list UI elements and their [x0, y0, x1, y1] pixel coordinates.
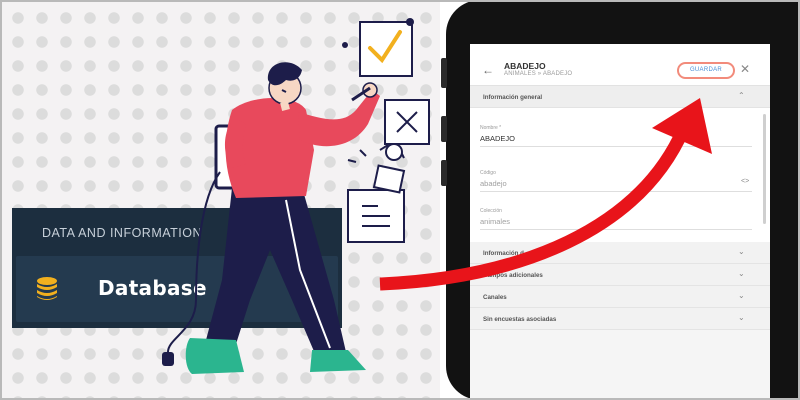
- chevron-down-icon: ⌄: [738, 247, 745, 256]
- name-field[interactable]: ABADEJO: [480, 134, 515, 143]
- app-header: ← ABADEJO ANIMALES » ABADEJO GUARDAR ✕: [470, 44, 770, 86]
- breadcrumb: ANIMALES » ABADEJO: [504, 71, 573, 77]
- field-underline: [480, 229, 752, 230]
- person-illustration: [162, 18, 430, 374]
- field-underline: [480, 146, 752, 147]
- section-label: Información general: [483, 94, 543, 101]
- section-general-info[interactable]: Información general ⌃: [470, 86, 770, 108]
- phone-side-button: [441, 116, 447, 142]
- chevron-up-icon: ⌃: [738, 91, 745, 100]
- code-brackets-icon[interactable]: <>: [741, 178, 749, 185]
- phone-side-button: [441, 160, 447, 186]
- section-label: Sin encuestas asociadas: [483, 316, 557, 323]
- phone-side-button: [441, 58, 447, 88]
- collection-field-label: Colección: [480, 208, 502, 214]
- section-no-surveys[interactable]: Sin encuestas asociadas ⌄: [470, 308, 770, 330]
- save-button[interactable]: GUARDAR: [677, 62, 735, 79]
- section-additional-fields[interactable]: Campos adicionales ⌄: [470, 264, 770, 286]
- close-icon[interactable]: ✕: [740, 63, 750, 75]
- general-info-form: Nombre * ABADEJO Código abadejo <> Colec…: [470, 108, 770, 244]
- section-label: Campos adicionales: [483, 272, 543, 279]
- collapsed-sections: Información d ⌄ Campos adicionales ⌄ Can…: [470, 242, 770, 330]
- document-card-icon: [347, 164, 406, 243]
- checkbox-card-icon: [359, 18, 414, 77]
- code-field-label: Código: [480, 170, 496, 176]
- collection-field[interactable]: animales: [480, 217, 510, 226]
- section-label: Información d: [483, 250, 524, 257]
- name-field-label: Nombre *: [480, 125, 502, 131]
- section-label: Canales: [483, 294, 507, 301]
- app-screen: ← ABADEJO ANIMALES » ABADEJO GUARDAR ✕ I…: [470, 44, 770, 400]
- cross-card-icon: [384, 99, 430, 145]
- field-underline: [480, 191, 752, 192]
- record-title: ABADEJO: [504, 61, 546, 71]
- section-channels[interactable]: Canales ⌄: [470, 286, 770, 308]
- arrow-left-icon[interactable]: ←: [482, 64, 494, 76]
- scrollbar[interactable]: [763, 114, 766, 224]
- chevron-down-icon: ⌄: [738, 269, 745, 278]
- section-info-extra[interactable]: Información d ⌄: [470, 242, 770, 264]
- chevron-down-icon: ⌄: [738, 313, 745, 322]
- code-field[interactable]: abadejo: [480, 179, 507, 188]
- chevron-down-icon: ⌄: [738, 291, 745, 300]
